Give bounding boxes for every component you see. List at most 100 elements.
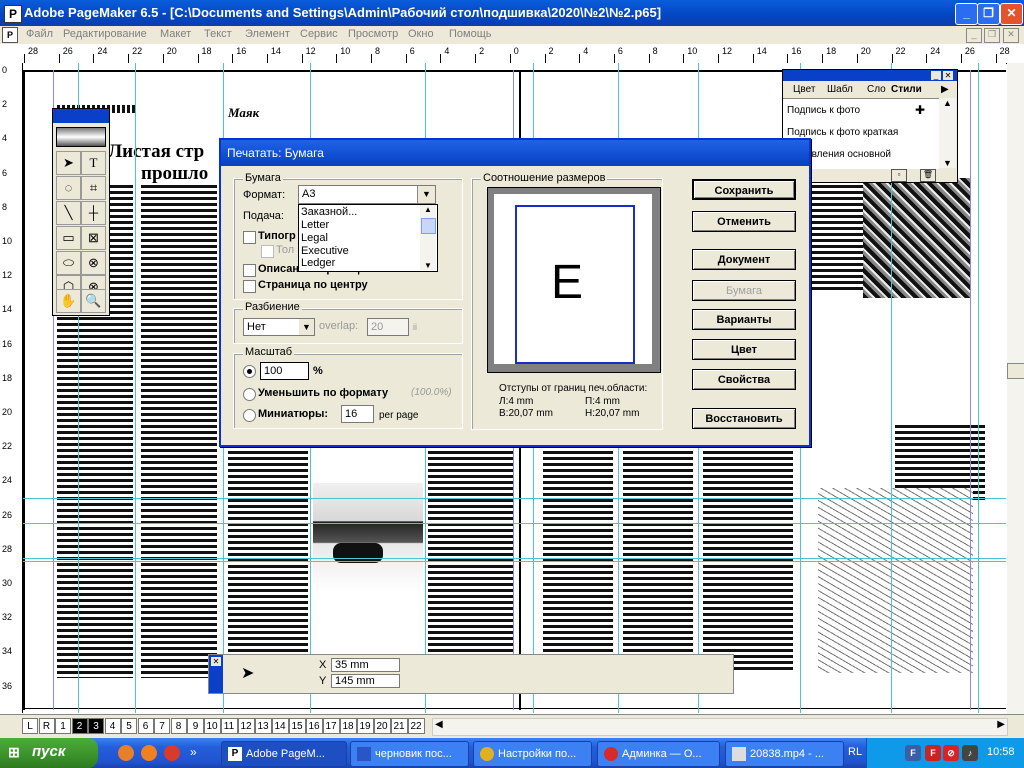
- menu-file[interactable]: Файл: [26, 28, 53, 40]
- quicklaunch-more-icon[interactable]: »: [190, 745, 206, 761]
- menu-tools[interactable]: Сервис: [300, 28, 338, 40]
- save-button[interactable]: Сохранить: [692, 179, 796, 200]
- menu-help[interactable]: Помощь: [449, 28, 492, 40]
- typographer-checkbox[interactable]: [243, 231, 256, 244]
- clock[interactable]: 10:58: [987, 746, 1015, 758]
- ellipse-frame-tool-icon[interactable]: ⊗: [81, 251, 106, 275]
- page-tab[interactable]: 4: [104, 718, 121, 734]
- menu-edit[interactable]: Редактирование: [63, 28, 147, 40]
- menu-view[interactable]: Просмотр: [348, 28, 398, 40]
- format-option[interactable]: Ledger: [301, 257, 335, 269]
- page-tab[interactable]: 13: [254, 718, 272, 734]
- quicklaunch-icon[interactable]: [118, 745, 134, 761]
- page-tab[interactable]: R: [38, 718, 55, 734]
- scale-input[interactable]: 100: [260, 362, 309, 380]
- menu-window[interactable]: Окно: [408, 28, 434, 40]
- page-tab[interactable]: 11: [220, 718, 238, 734]
- guide-line[interactable]: [23, 523, 1006, 524]
- page-tab[interactable]: 8: [170, 718, 187, 734]
- toolbox-titlebar[interactable]: [53, 109, 109, 123]
- task-media[interactable]: 20838.mp4 - ...: [725, 741, 844, 767]
- page-tab[interactable]: 9: [187, 718, 204, 734]
- dialog-titlebar[interactable]: Печатать: Бумага: [221, 140, 809, 166]
- snowmobile-photo[interactable]: [313, 483, 423, 591]
- horizontal-scrollbar[interactable]: ◀ ▶: [432, 718, 1008, 736]
- thumbnails-input[interactable]: 16: [341, 405, 374, 423]
- style-item[interactable]: Подпись к фото: [787, 105, 860, 116]
- doc-minimize-button[interactable]: _: [966, 28, 982, 43]
- format-list-scrollbar[interactable]: ▲ ▼: [420, 205, 436, 270]
- rectangle-frame-tool-icon[interactable]: ⊠: [81, 226, 106, 250]
- paper-button[interactable]: Бумага: [692, 280, 796, 301]
- tab-colors[interactable]: Цвет: [793, 84, 815, 95]
- page-tab[interactable]: L: [22, 718, 38, 734]
- vertical-scrollbar[interactable]: [1007, 63, 1024, 715]
- pointer-tool-icon[interactable]: ➤: [56, 151, 81, 175]
- menu-text[interactable]: Текст: [204, 28, 232, 40]
- format-option[interactable]: Legal: [301, 232, 328, 244]
- page-tab[interactable]: 21: [390, 718, 408, 734]
- language-indicator[interactable]: RL: [848, 746, 862, 758]
- hand-tool-icon[interactable]: ✋: [56, 289, 81, 313]
- center-page-checkbox[interactable]: [243, 280, 256, 293]
- zoom-tool-icon[interactable]: 🔍: [81, 289, 106, 313]
- scrollbar-thumb[interactable]: [1007, 363, 1024, 379]
- palette-minimize-button[interactable]: _: [931, 71, 941, 80]
- cancel-button[interactable]: Отменить: [692, 211, 796, 232]
- guide-line[interactable]: [23, 558, 1006, 559]
- properties-button[interactable]: Свойства: [692, 369, 796, 390]
- chevron-down-icon[interactable]: ▼: [299, 319, 314, 335]
- vertical-ruler[interactable]: 02468101214161820222426283032343638: [0, 63, 23, 713]
- format-option[interactable]: Заказной...: [301, 206, 357, 218]
- menu-layout[interactable]: Макет: [160, 28, 191, 40]
- tray-icon[interactable]: F: [905, 745, 921, 761]
- page-tab[interactable]: 22: [407, 718, 425, 734]
- reduce-to-fit-radio[interactable]: [243, 388, 256, 401]
- line-tool-icon[interactable]: ╲: [56, 201, 81, 225]
- restore-defaults-button[interactable]: Восстановить: [692, 408, 796, 429]
- page-tab[interactable]: 14: [271, 718, 289, 734]
- restore-button[interactable]: ❐: [977, 3, 1000, 25]
- page-headline[interactable]: Листая стр: [108, 141, 204, 163]
- task-chrome[interactable]: Настройки по...: [473, 741, 592, 767]
- x-position-input[interactable]: 35 mm: [331, 658, 400, 672]
- guide-line[interactable]: [978, 63, 979, 713]
- document-icon[interactable]: P: [2, 27, 18, 43]
- text-column[interactable]: [141, 183, 217, 678]
- scroll-right-arrow-icon[interactable]: ▶: [997, 719, 1005, 730]
- tray-icon[interactable]: ⊘: [943, 745, 959, 761]
- pagemaker-app-icon[interactable]: P: [4, 5, 22, 23]
- page-tab[interactable]: 18: [339, 718, 357, 734]
- document-button[interactable]: Документ: [692, 249, 796, 270]
- page-tab[interactable]: 15: [288, 718, 306, 734]
- scale-percent-radio[interactable]: [243, 365, 256, 378]
- options-button[interactable]: Варианты: [692, 309, 796, 330]
- page-tab[interactable]: 7: [154, 718, 170, 734]
- tab-styles[interactable]: Стили: [891, 84, 922, 95]
- task-word[interactable]: черновик пос...: [350, 741, 469, 767]
- page-tab[interactable]: 2: [71, 718, 88, 734]
- page-tab[interactable]: 10: [203, 718, 221, 734]
- firefox-icon[interactable]: [141, 745, 157, 761]
- volume-icon[interactable]: ♪: [962, 745, 978, 761]
- start-button[interactable]: ⊞ пуск: [0, 738, 98, 768]
- overlap-input[interactable]: 20: [367, 318, 409, 336]
- tray-icon[interactable]: F: [925, 745, 941, 761]
- page-tab[interactable]: 3: [88, 718, 104, 734]
- page-headline-line2[interactable]: прошло: [141, 163, 208, 185]
- control-palette-close-button[interactable]: ✕: [211, 657, 221, 666]
- minimize-button[interactable]: _: [955, 3, 978, 25]
- palette-menu-arrow-icon[interactable]: ▶: [941, 84, 949, 95]
- task-opera[interactable]: Админка — О...: [597, 741, 720, 767]
- tab-layers[interactable]: Сло: [867, 84, 886, 95]
- describe-page-checkbox[interactable]: [243, 264, 256, 277]
- tab-templates[interactable]: Шабл: [827, 84, 853, 95]
- opera-icon[interactable]: [164, 745, 180, 761]
- guide-line[interactable]: [135, 63, 136, 713]
- portrait-photo[interactable]: [863, 178, 970, 298]
- color-button[interactable]: Цвет: [692, 339, 796, 360]
- format-select[interactable]: A3 ▼: [298, 185, 436, 204]
- constrained-line-tool-icon[interactable]: ┼: [81, 201, 106, 225]
- y-position-input[interactable]: 145 mm: [331, 674, 400, 688]
- doc-restore-button[interactable]: ❐: [984, 28, 1000, 43]
